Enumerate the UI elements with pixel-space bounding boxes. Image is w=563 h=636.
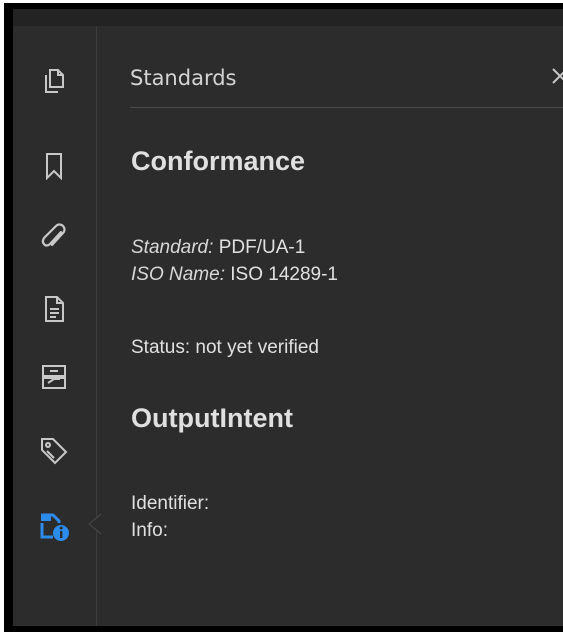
standard-value: PDF/UA-1 [218, 237, 306, 258]
standard-key: Standard: [131, 237, 214, 258]
standards-panel: Standards Conformance Standard: PDF/UA-1… [97, 26, 563, 626]
navigation-rail [13, 26, 97, 626]
panel-title: Standards [130, 66, 237, 90]
app-window: Standards Conformance Standard: PDF/UA-1… [13, 9, 563, 626]
conformance-heading: Conformance [131, 146, 306, 176]
iso-name-key: ISO Name: [131, 264, 225, 285]
panel-divider [130, 107, 563, 108]
close-button[interactable] [549, 64, 563, 90]
standard-line: Standard: PDF/UA-1 [131, 237, 305, 259]
pages-thumbnails-button[interactable] [39, 65, 69, 95]
bookmark-icon [44, 152, 64, 180]
copy-pages-icon [41, 66, 67, 94]
close-icon [549, 68, 563, 94]
tags-button[interactable] [39, 436, 69, 466]
layers-icon [40, 363, 68, 391]
iso-name-line: ISO Name: ISO 14289-1 [131, 264, 338, 286]
standards-info-icon [37, 509, 71, 543]
document-properties-button[interactable] [39, 294, 69, 324]
tag-icon [39, 436, 69, 466]
info-label: Info: [131, 520, 168, 541]
status-text: Status: not yet verified [131, 337, 319, 358]
identifier-label: Identifier: [131, 493, 210, 514]
document-icon [43, 295, 65, 323]
iso-name-value: ISO 14289-1 [230, 264, 339, 285]
standards-button[interactable] [37, 509, 71, 543]
bookmarks-button[interactable] [39, 151, 69, 181]
attachments-button[interactable] [39, 222, 69, 252]
output-intent-heading: OutputIntent [131, 403, 293, 433]
top-bar [13, 9, 563, 26]
paperclip-icon [41, 223, 67, 251]
layers-button[interactable] [39, 362, 69, 392]
